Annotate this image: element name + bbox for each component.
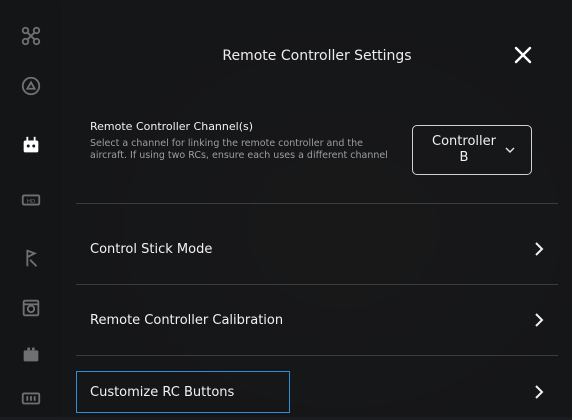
channel-heading: Remote Controller Channel(s) bbox=[90, 120, 254, 133]
battery-icon[interactable] bbox=[0, 334, 62, 374]
rc-calibration-row[interactable]: Remote Controller Calibration bbox=[76, 292, 558, 348]
divider bbox=[76, 355, 558, 356]
row-label: Remote Controller Calibration bbox=[90, 312, 284, 328]
channel-description: Select a channel for linking the remote … bbox=[90, 138, 388, 161]
row-label: Control Stick Mode bbox=[90, 241, 213, 257]
camera-icon[interactable] bbox=[0, 66, 62, 106]
chevron-down-icon bbox=[505, 147, 515, 153]
settings-panel: Remote Controller Settings Remote Contro… bbox=[62, 0, 572, 417]
close-icon bbox=[514, 46, 532, 64]
chevron-right-icon bbox=[530, 240, 548, 258]
control-stick-mode-row[interactable]: Control Stick Mode bbox=[76, 221, 558, 277]
safety-icon[interactable] bbox=[0, 238, 62, 278]
svg-text:HD: HD bbox=[27, 199, 35, 205]
more-icon[interactable] bbox=[0, 378, 62, 418]
channel-dropdown[interactable]: Controller B bbox=[412, 125, 532, 175]
drone-icon[interactable] bbox=[0, 16, 62, 56]
row-label: Customize RC Buttons bbox=[90, 384, 235, 400]
remote-controller-icon[interactable] bbox=[0, 126, 62, 166]
chevron-right-icon bbox=[530, 383, 548, 401]
transmission-icon[interactable]: HD bbox=[0, 180, 62, 220]
chevron-right-icon bbox=[530, 311, 548, 329]
divider bbox=[76, 203, 558, 204]
close-button[interactable] bbox=[508, 40, 538, 70]
divider bbox=[76, 284, 558, 285]
sidebar: HD bbox=[0, 0, 63, 417]
customize-rc-buttons-row[interactable]: Customize RC Buttons bbox=[76, 364, 558, 420]
channel-dropdown-value: Controller B bbox=[432, 134, 496, 165]
channel-section: Remote Controller Channel(s) Select a ch… bbox=[90, 120, 390, 162]
gimbal-icon[interactable] bbox=[0, 288, 62, 328]
page-title: Remote Controller Settings bbox=[222, 48, 412, 64]
